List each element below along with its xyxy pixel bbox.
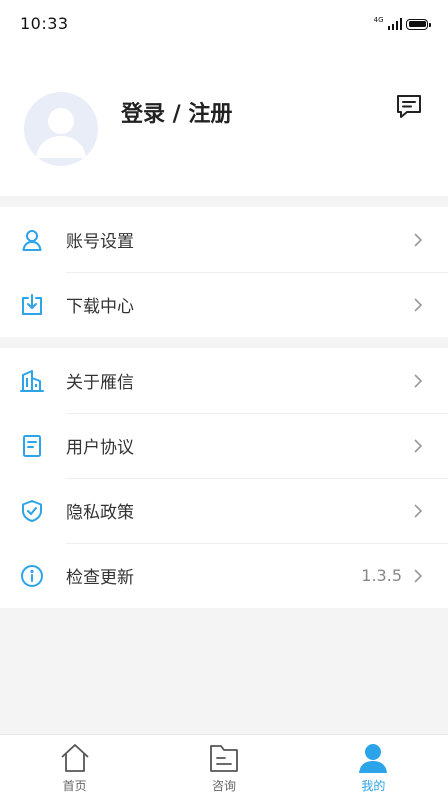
tab-label: 咨询: [211, 779, 236, 793]
settings-group-about: 关于雁信 用户协议 隐私政策 检查更新 1.3.5: [0, 348, 448, 608]
menu-item-label: 隐私政策: [66, 503, 134, 523]
chevron-right-icon: [410, 568, 426, 584]
status-bar: 10:33 4G: [0, 0, 448, 48]
bottom-tab-bar: 首页 咨询 我的: [0, 734, 448, 798]
menu-item-check-update[interactable]: 检查更新 1.3.5: [0, 543, 448, 608]
chevron-right-icon: [410, 373, 426, 389]
menu-item-label: 检查更新: [66, 568, 134, 588]
home-icon: [59, 742, 91, 774]
menu-item-download-center[interactable]: 下载中心: [0, 272, 448, 337]
chevron-right-icon: [410, 503, 426, 519]
chevron-right-icon: [410, 297, 426, 313]
tab-home[interactable]: 首页: [0, 735, 149, 798]
user-icon: [20, 228, 44, 252]
person-icon: [357, 742, 389, 774]
signal-icon: [387, 18, 402, 30]
download-icon: [20, 293, 44, 317]
chevron-right-icon: [410, 232, 426, 248]
menu-item-label: 下载中心: [66, 297, 134, 317]
menu-item-label: 账号设置: [66, 232, 134, 252]
settings-group-account: 账号设置 下载中心: [0, 207, 448, 337]
tab-label: 我的: [361, 779, 386, 793]
network-type: 4G: [373, 16, 384, 24]
default-avatar-icon[interactable]: [24, 92, 98, 166]
building-icon: [20, 369, 44, 393]
menu-item-privacy-policy[interactable]: 隐私政策: [0, 478, 448, 543]
shield-check-icon: [20, 499, 44, 523]
menu-item-account-settings[interactable]: 账号设置: [0, 207, 448, 272]
login-register-link[interactable]: 登录 / 注册: [121, 96, 232, 128]
folder-doc-icon: [208, 742, 240, 774]
menu-item-user-agreement[interactable]: 用户协议: [0, 413, 448, 478]
menu-item-label: 关于雁信: [66, 373, 134, 393]
status-icons: 4G: [373, 16, 431, 32]
profile-header: 登录 / 注册: [0, 48, 448, 196]
document-icon: [20, 434, 44, 458]
version-number: 1.3.5: [361, 566, 402, 585]
status-time: 10:33: [20, 14, 69, 33]
tab-mine[interactable]: 我的: [299, 735, 448, 798]
chevron-right-icon: [410, 438, 426, 454]
tab-label: 首页: [62, 779, 87, 793]
menu-item-about[interactable]: 关于雁信: [0, 348, 448, 413]
battery-icon: [406, 18, 431, 30]
tab-consult[interactable]: 咨询: [149, 735, 298, 798]
info-icon: [20, 564, 44, 588]
message-icon[interactable]: [396, 94, 422, 120]
menu-item-label: 用户协议: [66, 438, 134, 458]
